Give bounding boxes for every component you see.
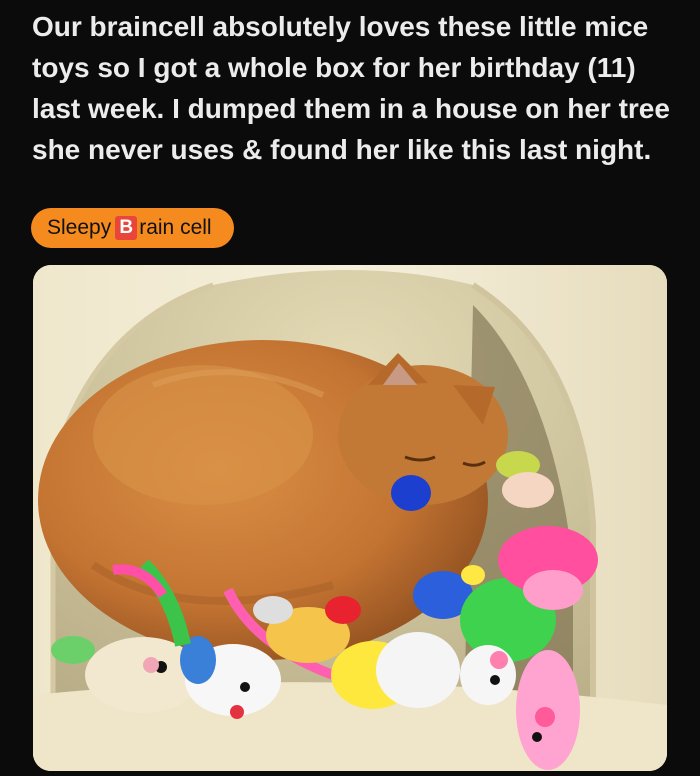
flair-text-start: Sleepy <box>47 216 112 239</box>
post-title: Our braincell absolutely loves these lit… <box>32 11 670 165</box>
flair-text-end: rain cell <box>139 216 212 239</box>
post-image[interactable] <box>33 265 667 771</box>
cat-in-cat-tree-house-photo <box>33 265 667 771</box>
post-flair[interactable]: Sleepy B rain cell <box>31 208 234 248</box>
b-letter-emoji-icon: B <box>115 216 138 240</box>
